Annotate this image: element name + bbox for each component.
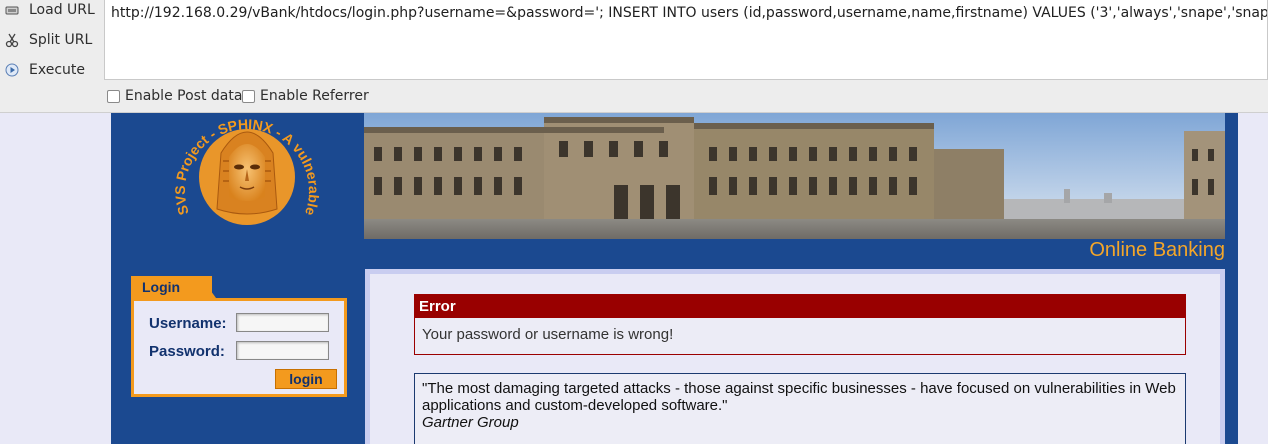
scissors-icon	[3, 31, 21, 49]
execute-label: Execute	[29, 62, 85, 78]
quote-text: "The most damaging targeted attacks - th…	[422, 380, 1176, 414]
error-title: Error	[415, 295, 1185, 318]
site-container: SVS Project - SPHINX - A vulnerable Web …	[111, 113, 1238, 444]
login-form-inner: Username: Password: login	[134, 301, 344, 394]
enable-post-label: Enable Post data	[125, 88, 243, 104]
checkbox-box[interactable]	[242, 89, 255, 103]
enable-post-checkbox[interactable]: Enable Post data	[107, 88, 242, 104]
quote-box: "The most damaging targeted attacks - th…	[414, 373, 1186, 444]
password-input[interactable]	[236, 341, 329, 360]
load-url-icon	[3, 1, 21, 19]
password-label: Password:	[149, 343, 225, 360]
execute-button[interactable]: Execute	[0, 56, 100, 84]
play-icon	[3, 61, 21, 79]
sphinx-logo: SVS Project - SPHINX - A vulnerable Web …	[153, 113, 335, 247]
enable-referrer-checkbox[interactable]: Enable Referrer	[242, 88, 369, 104]
split-url-label: Split URL	[29, 32, 93, 48]
url-textarea[interactable]: http://192.168.0.29/vBank/htdocs/login.p…	[104, 0, 1268, 80]
login-button[interactable]: login	[275, 369, 337, 389]
error-message: Your password or username is wrong!	[422, 326, 674, 343]
error-box: Error Your password or username is wrong…	[414, 294, 1186, 355]
content-panel: Error Your password or username is wrong…	[365, 269, 1225, 444]
username-input[interactable]	[236, 313, 329, 332]
enable-referrer-label: Enable Referrer	[260, 88, 369, 104]
username-label: Username:	[149, 315, 227, 332]
checkbox-box[interactable]	[107, 89, 120, 103]
load-url-button[interactable]: Load URL	[0, 0, 100, 24]
quote-author: Gartner Group	[422, 414, 519, 431]
load-url-label: Load URL	[29, 2, 95, 18]
hackbar-toolbar: Load URL Split URL Execute http://192.16…	[0, 0, 1268, 113]
web-page: SVS Project - SPHINX - A vulnerable Web …	[0, 113, 1268, 444]
login-form: Username: Password: login	[131, 298, 347, 397]
login-tab-slant	[200, 276, 216, 298]
split-url-button[interactable]: Split URL	[0, 26, 100, 54]
banner-image	[364, 113, 1225, 239]
banner-tagline: Online Banking	[1089, 239, 1225, 261]
